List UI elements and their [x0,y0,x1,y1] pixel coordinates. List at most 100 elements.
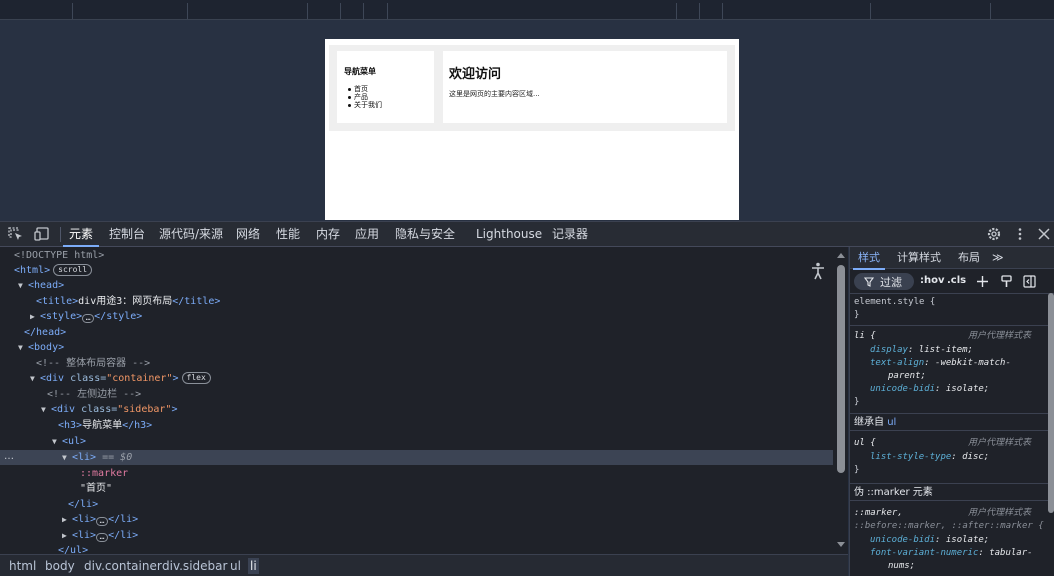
tab-recorder[interactable]: 记录器 [552,222,588,247]
dom-comment-container[interactable]: <!-- 整体布局容器 --> [36,356,150,371]
dom-ul-node[interactable]: ▼ <ul> [52,434,86,449]
filter-input[interactable]: 过滤 [854,273,914,290]
tab-privacy-security[interactable]: 隐私与安全 [395,222,455,247]
class-toggle[interactable]: .cls [947,275,966,286]
tab-layout[interactable]: 布局 [958,247,980,269]
style-declaration[interactable]: unicode-bidi: isolate; [870,534,989,547]
dom-comment-sidebar[interactable]: <!-- 左侧边栏 --> [47,387,141,402]
property-name: text-align [870,358,925,368]
dom-li-text[interactable]: "首页" [80,481,112,496]
strip-divider [387,3,388,19]
breadcrumb-li[interactable]: li [248,558,259,574]
style-declaration[interactable]: display: list-item; [870,344,973,357]
close-icon[interactable] [1036,227,1052,241]
sidebar-link-products[interactable]: 产品 [348,93,382,101]
expand-triangle-icon[interactable]: ▼ [18,340,28,355]
tag-end: > [171,404,178,415]
breadcrumb-div-container[interactable]: div.container [82,558,164,574]
dom-head-node[interactable]: ▼ <head> [18,278,64,293]
dom-html-node[interactable]: <html> scroll [14,263,93,278]
style-close-tag: </style> [94,311,143,322]
dom-li-close[interactable]: </li> [68,497,98,512]
attr-value: "sidebar" [117,404,172,415]
tab-performance[interactable]: 性能 [276,222,300,247]
dom-title-node[interactable]: <title>div用途3：网页布局</title> [36,294,220,309]
more-tabs-icon[interactable]: ≫ [992,247,1004,269]
dom-li-selected[interactable]: ▼ <li> == $0 [62,450,132,465]
tab-sources[interactable]: 源代码/来源 [159,222,223,247]
style-declaration[interactable]: font-variant-numeric: tabular- [870,547,1033,560]
dom-ul-close[interactable]: </ul> [58,543,88,554]
ellipsis-icon[interactable]: … [96,517,109,526]
scroll-thumb[interactable] [837,265,845,473]
scroll-badge[interactable]: scroll [53,264,93,276]
sidebar-link-home[interactable]: 首页 [348,85,382,93]
elements-scrollbar[interactable] [834,247,848,554]
style-declaration[interactable]: unicode-bidi: isolate; [870,383,989,396]
collapse-triangle-icon[interactable]: ▶ [62,512,72,527]
li-rule-selector[interactable]: li { [854,330,876,343]
inherited-from-link[interactable]: ul [887,417,896,428]
expand-triangle-icon[interactable]: ▼ [52,434,62,449]
dom-body-node[interactable]: ▼ <body> [18,340,64,355]
breadcrumb-html[interactable]: html [7,558,38,574]
tab-network[interactable]: 网络 [236,222,260,247]
more-options-icon[interactable] [1012,227,1028,241]
collapse-triangle-icon[interactable]: ▶ [62,528,72,543]
user-agent-label: 用户代理样式表 [968,507,1031,520]
marker-rule-selector[interactable]: ::marker, [854,507,903,520]
toggle-sidebar-icon[interactable] [1023,275,1036,288]
tab-elements[interactable]: 元素 [62,222,100,247]
expand-triangle-icon[interactable]: ▼ [18,278,28,293]
color-format-icon[interactable] [1000,275,1013,288]
style-declaration[interactable]: list-style-type: disc; [870,451,989,464]
tab-lighthouse[interactable]: Lighthouse [476,222,542,247]
body-tag: <body> [28,342,65,353]
style-declaration-wrap: parent; [888,370,926,383]
accessibility-tree-icon[interactable] [810,262,826,280]
flex-badge[interactable]: flex [181,372,211,384]
tab-console[interactable]: 控制台 [109,222,145,247]
device-toolbar-icon[interactable] [34,227,50,241]
dom-head-close[interactable]: </head> [24,325,66,340]
tab-styles[interactable]: 样式 [853,247,885,270]
add-rule-icon[interactable] [976,275,989,288]
ellipsis-icon[interactable]: … [96,533,109,542]
scroll-up-arrow-icon[interactable] [837,253,845,258]
marker-rule-selector-2[interactable]: ::before::marker, ::after::marker { [854,520,1044,533]
expand-triangle-icon[interactable]: ▼ [30,371,40,386]
dom-li-collapsed[interactable]: ▶ <li>… </li> [62,528,138,543]
head-tag: <head> [28,280,65,291]
styles-scrollbar[interactable] [1047,289,1054,576]
dom-style-node[interactable]: ▶ <style>… </style> [30,309,142,324]
dom-sidebar-node[interactable]: ▼ <div class="sidebar"> [41,402,177,417]
node-actions-dots[interactable]: … [4,451,15,462]
breadcrumb-div-sidebar[interactable]: div.sidebar [160,558,229,574]
expand-triangle-icon[interactable]: ▼ [41,402,51,417]
dom-li-collapsed[interactable]: ▶ <li>… </li> [62,512,138,527]
dom-doctype[interactable]: <!DOCTYPE html> [14,248,104,263]
ellipsis-icon[interactable]: … [82,314,95,323]
dom-container-node[interactable]: ▼ <div class="container"> flex [30,371,211,386]
scroll-thumb[interactable] [1048,293,1054,513]
dom-h3-node[interactable]: <h3>导航菜单</h3> [58,418,152,433]
breadcrumb-body[interactable]: body [43,558,77,574]
tab-memory[interactable]: 内存 [316,222,340,247]
style-declaration[interactable]: text-align: -webkit-match- [870,357,1011,370]
inspect-element-icon[interactable] [8,227,24,241]
scroll-down-arrow-icon[interactable] [837,542,845,547]
dom-marker-node[interactable]: ::marker [80,466,128,481]
breadcrumb-ul[interactable]: ul [228,558,243,574]
settings-gear-icon[interactable] [986,227,1002,241]
hover-state-toggle[interactable]: :hov [920,275,945,286]
sidebar-link-about[interactable]: 关于我们 [348,101,382,109]
collapse-triangle-icon[interactable]: ▶ [30,309,40,324]
ul-rule-selector[interactable]: ul { [854,437,876,450]
div-open-tag: <div [40,373,65,384]
element-style-selector[interactable]: element.style { [854,296,935,309]
expand-triangle-icon[interactable]: ▼ [62,450,72,465]
tab-application[interactable]: 应用 [355,222,379,247]
tab-computed[interactable]: 计算样式 [897,247,941,269]
property-name: display [870,345,908,355]
filter-funnel-icon [864,277,874,287]
